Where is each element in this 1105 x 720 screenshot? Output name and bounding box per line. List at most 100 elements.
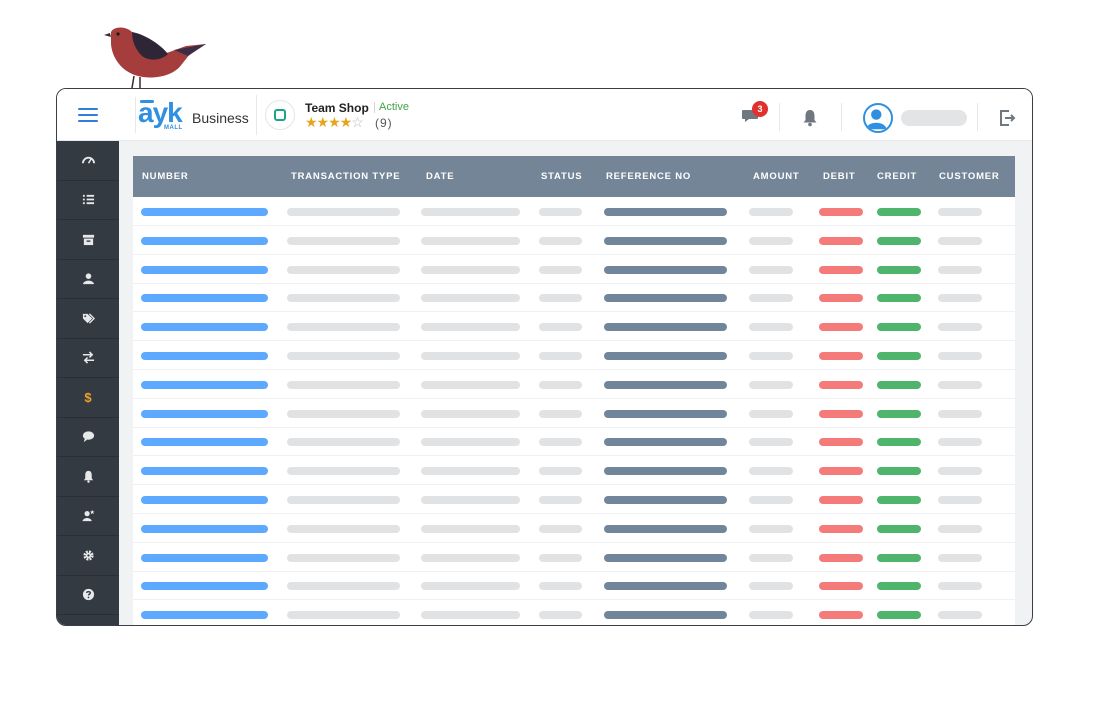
cell-reference-no-placeholder — [604, 237, 727, 245]
sidebar-item-dashboard[interactable] — [57, 141, 119, 181]
brand-logo[interactable]: ayk MALL Business — [135, 97, 253, 133]
cell-number-placeholder — [141, 208, 268, 216]
cell-number-placeholder — [141, 266, 268, 274]
table-row[interactable] — [133, 543, 1015, 572]
gear-icon — [82, 549, 95, 562]
cell-date-placeholder — [421, 294, 520, 302]
header-divider — [841, 103, 842, 131]
cell-reference-no-placeholder — [604, 352, 727, 360]
list-icon — [82, 193, 95, 206]
cell-reference-no-placeholder — [604, 381, 727, 389]
shop-info[interactable]: Team Shop Active ★★★★☆ (9) — [256, 95, 426, 135]
sidebar-item-archive[interactable] — [57, 220, 119, 260]
cell-customer-placeholder — [938, 582, 982, 590]
column-header-reference-no[interactable]: REFERENCE NO — [606, 156, 691, 197]
cell-date-placeholder — [421, 208, 520, 216]
cell-number-placeholder — [141, 525, 268, 533]
table-row[interactable] — [133, 514, 1015, 543]
cell-debit-placeholder — [819, 582, 863, 590]
cell-customer-placeholder — [938, 237, 982, 245]
column-header-status[interactable]: STATUS — [541, 156, 582, 197]
cell-amount-placeholder — [749, 611, 793, 619]
cell-debit-placeholder — [819, 323, 863, 331]
cell-credit-placeholder — [877, 525, 921, 533]
cell-amount-placeholder — [749, 582, 793, 590]
user-name-placeholder[interactable] — [901, 110, 967, 126]
dollar-icon: $ — [84, 390, 91, 405]
logout-icon[interactable] — [998, 109, 1016, 127]
cell-amount-placeholder — [749, 438, 793, 446]
cell-status-placeholder — [539, 525, 582, 533]
cell-transaction-type-placeholder — [287, 467, 400, 475]
table-row[interactable] — [133, 571, 1015, 600]
cell-status-placeholder — [539, 294, 582, 302]
sidebar-item-messages[interactable] — [57, 418, 119, 458]
column-header-date[interactable]: DATE — [426, 156, 454, 197]
cell-transaction-type-placeholder — [287, 323, 400, 331]
messages-badge: 3 — [752, 101, 768, 117]
table-row[interactable] — [133, 370, 1015, 399]
column-header-transaction-type[interactable]: TRANSACTION TYPE — [291, 156, 400, 197]
sidebar-item-list[interactable] — [57, 181, 119, 221]
rating-stars: ★★★★☆ — [305, 114, 363, 131]
cell-transaction-type-placeholder — [287, 208, 400, 216]
cell-transaction-type-placeholder — [287, 582, 400, 590]
cell-reference-no-placeholder — [604, 496, 727, 504]
sidebar-item-transactions[interactable] — [57, 339, 119, 379]
sidebar-item-help[interactable] — [57, 576, 119, 616]
cell-number-placeholder — [141, 294, 268, 302]
cell-credit-placeholder — [877, 237, 921, 245]
cell-number-placeholder — [141, 438, 268, 446]
cell-date-placeholder — [421, 381, 520, 389]
table-row[interactable] — [133, 427, 1015, 456]
table-row[interactable] — [133, 456, 1015, 485]
cell-number-placeholder — [141, 352, 268, 360]
column-header-amount[interactable]: AMOUNT — [753, 156, 800, 197]
sidebar-item-finance[interactable]: $ — [57, 378, 119, 418]
menu-toggle-icon[interactable] — [78, 108, 98, 122]
shop-divider — [374, 102, 375, 113]
table-row[interactable] — [133, 600, 1015, 626]
help-icon — [82, 588, 95, 601]
cell-reference-no-placeholder — [604, 438, 727, 446]
sidebar-item-settings[interactable] — [57, 536, 119, 576]
cell-transaction-type-placeholder — [287, 496, 400, 504]
column-header-customer[interactable]: CUSTOMER — [939, 156, 1000, 197]
cell-transaction-type-placeholder — [287, 438, 400, 446]
cell-credit-placeholder — [877, 438, 921, 446]
table-row[interactable] — [133, 312, 1015, 341]
table-row[interactable] — [133, 485, 1015, 514]
cell-amount-placeholder — [749, 554, 793, 562]
table-row[interactable] — [133, 255, 1015, 284]
column-header-credit[interactable]: CREDIT — [877, 156, 917, 197]
cell-credit-placeholder — [877, 496, 921, 504]
cell-credit-placeholder — [877, 323, 921, 331]
cell-credit-placeholder — [877, 611, 921, 619]
app-window: ayk MALL Business Team Shop Active ★★★★☆… — [56, 88, 1033, 626]
user-avatar[interactable] — [863, 103, 893, 133]
column-header-number[interactable]: NUMBER — [142, 156, 189, 197]
cell-number-placeholder — [141, 582, 268, 590]
cell-debit-placeholder — [819, 352, 863, 360]
cell-date-placeholder — [421, 582, 520, 590]
table-row[interactable] — [133, 197, 1015, 226]
sidebar-item-notifications[interactable] — [57, 457, 119, 497]
cell-number-placeholder — [141, 237, 268, 245]
table-row[interactable] — [133, 283, 1015, 312]
table-row[interactable] — [133, 341, 1015, 370]
cell-debit-placeholder — [819, 438, 863, 446]
column-header-debit[interactable]: DEBIT — [823, 156, 856, 197]
cell-reference-no-placeholder — [604, 554, 727, 562]
cell-transaction-type-placeholder — [287, 525, 400, 533]
notifications-bell-icon[interactable] — [802, 109, 818, 127]
cell-status-placeholder — [539, 554, 582, 562]
sidebar-item-user[interactable] — [57, 260, 119, 300]
cell-number-placeholder — [141, 467, 268, 475]
sidebar-item-tags[interactable] — [57, 299, 119, 339]
table-row[interactable] — [133, 226, 1015, 255]
cell-number-placeholder — [141, 323, 268, 331]
cell-reference-no-placeholder — [604, 611, 727, 619]
sidebar-item-followers[interactable] — [57, 497, 119, 537]
cell-customer-placeholder — [938, 208, 982, 216]
table-row[interactable] — [133, 399, 1015, 428]
